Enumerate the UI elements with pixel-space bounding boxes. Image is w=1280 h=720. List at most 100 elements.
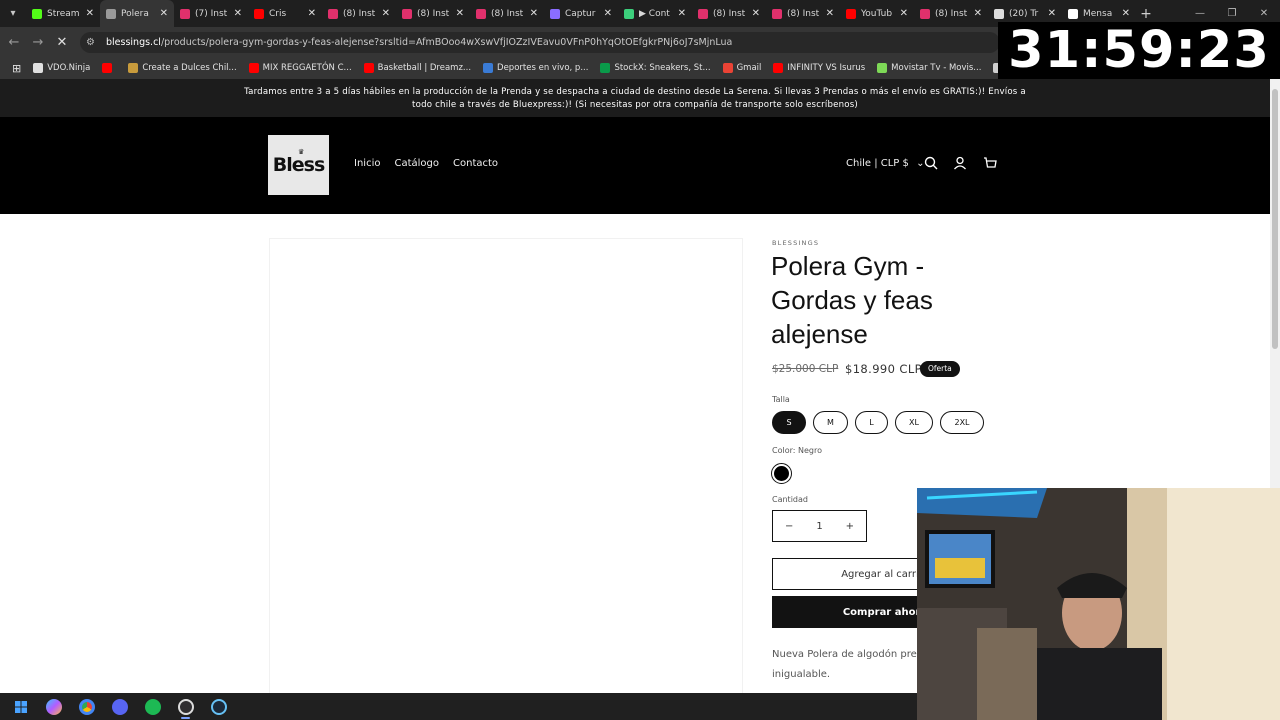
screen: ▾ Stream ✕ Polera ✕ (7) Inst ✕ Cris ✕ (8) Inst ✕(… [0,0,1280,720]
windows-start-icon[interactable] [4,693,37,720]
url-domain: blessings.cl [106,37,161,48]
bookmark-label: MIX REGGAETÓN C... [262,63,352,73]
bookmark-label: Basketball | Dreamz... [377,63,472,73]
close-tab-icon[interactable]: ✕ [456,8,464,19]
product-vendor: BLESSINGS [772,239,820,247]
browser-tab[interactable]: YouTub ✕ [840,0,914,27]
site-info-icon[interactable]: ⚙ [86,37,100,48]
quantity-label: Cantidad [772,495,808,504]
back-icon[interactable]: ← [2,27,26,57]
tab-list: Stream ✕ Polera ✕ (7) Inst ✕ Cris ✕ (8) Inst ✕ (8)… [26,0,1136,27]
sale-badge: Oferta [920,361,960,377]
tab-title: (7) Inst [195,8,228,19]
close-tab-icon[interactable]: ✕ [86,8,94,19]
store-logo[interactable]: ♛ Bless [268,135,329,195]
color-swatch-negro[interactable] [771,463,792,484]
discord-icon[interactable] [103,693,136,720]
minus-icon[interactable]: − [785,521,793,532]
bookmark-favicon-icon [483,63,494,73]
browser-tab[interactable]: ▶ Cont ✕ [618,0,692,27]
address-bar[interactable]: ⚙ blessings.cl/products/polera-gym-gorda… [80,32,1000,53]
bookmark-item[interactable]: VDO.Ninja [27,63,96,73]
browser-tab[interactable]: (8) Inst ✕ [766,0,840,27]
instagram-icon [698,8,708,19]
bookmark-item[interactable]: Deportes en vivo, p... [477,63,594,73]
bookmark-favicon-icon [877,63,888,73]
nav-contacto[interactable]: Contacto [453,158,498,169]
close-tab-icon[interactable]: ✕ [752,8,760,19]
forward-icon[interactable]: → [26,27,50,57]
nav-catalogo[interactable]: Catálogo [394,158,439,169]
browser-tab[interactable]: (8) Inst ✕ [322,0,396,27]
close-tab-icon[interactable]: ✕ [160,8,168,19]
chrome-icon[interactable] [70,693,103,720]
close-tab-icon[interactable]: ✕ [234,8,242,19]
tab-title: Mensa [1083,8,1113,19]
currency-selector[interactable]: Chile | CLP $ ⌄ [846,158,924,169]
browser-tab[interactable]: (8) Inst ✕ [692,0,766,27]
close-tab-icon[interactable]: ✕ [604,8,612,19]
size-option-xl[interactable]: XL [895,411,933,434]
tab-title: (20) Tr [1009,8,1039,19]
account-icon[interactable] [950,153,970,173]
browser-tab[interactable]: Polera ✕ [100,0,174,27]
instagram-icon [328,8,338,19]
quantity-value[interactable]: 1 [816,521,822,532]
bookmark-favicon-icon [722,63,733,73]
size-option-s[interactable]: S [772,411,806,434]
countdown-timer: 31:59:23 [998,22,1280,79]
logo-text: Bless [272,154,325,176]
browser-tab[interactable]: (8) Inst ✕ [396,0,470,27]
browser-tab[interactable]: Captur ✕ [544,0,618,27]
new-tab-button[interactable]: + [1136,6,1156,22]
search-icon[interactable] [921,153,941,173]
store-header: ♛ Bless Inicio Catálogo Contacto Chile |… [0,117,1270,214]
size-option-2xl[interactable]: 2XL [940,411,984,434]
bookmark-item[interactable]: MIX REGGAETÓN C... [243,63,358,73]
browser-tab[interactable]: (7) Inst ✕ [174,0,248,27]
plus-icon[interactable]: + [846,521,854,532]
copilot-icon[interactable] [37,693,70,720]
browser-tab[interactable]: (8) Inst ✕ [470,0,544,27]
bookmark-item[interactable]: INFINITY VS Isurus [767,63,871,73]
webcam-overlay [917,488,1280,720]
bookmark-favicon-icon [128,63,139,73]
browser-tab[interactable]: Cris ✕ [248,0,322,27]
close-tab-icon[interactable]: ✕ [308,8,316,19]
tab-search-button[interactable]: ▾ [0,0,26,27]
bookmark-item[interactable]: Gmail [717,63,768,73]
stop-loading-icon[interactable]: ✕ [50,27,74,57]
browser-tab[interactable]: (8) Inst ✕ [914,0,988,27]
bookmark-item[interactable]: StockX: Sneakers, St... [594,63,716,73]
steam-icon[interactable] [202,693,235,720]
close-tab-icon[interactable]: ✕ [1048,8,1056,19]
close-tab-icon[interactable]: ✕ [974,8,982,19]
bookmark-item[interactable] [96,63,122,73]
bookmark-item[interactable]: Create a Dulces Chil... [122,63,242,73]
close-tab-icon[interactable]: ✕ [900,8,908,19]
close-tab-icon[interactable]: ✕ [678,8,686,19]
close-tab-icon[interactable]: ✕ [530,8,538,19]
size-option-l[interactable]: L [855,411,888,434]
bookmark-item[interactable]: Basketball | Dreamz... [358,63,477,73]
bookmark-label: Movistar Tv - Movis... [891,63,982,73]
nav-inicio[interactable]: Inicio [354,158,380,169]
cart-icon[interactable] [980,153,1000,173]
close-tab-icon[interactable]: ✕ [382,8,390,19]
loading-icon [106,8,116,19]
webcam-feed [917,488,1280,720]
size-option-m[interactable]: M [813,411,848,434]
product-image[interactable] [269,238,743,693]
scrollbar-thumb[interactable] [1272,89,1278,349]
bookmark-item[interactable]: Movistar Tv - Movis... [871,63,987,73]
close-tab-icon[interactable]: ✕ [1122,8,1130,19]
bookmark-list: VDO.Ninja Create a Dulces Chil... MIX REGG… [27,63,1096,73]
spotify-icon[interactable] [136,693,169,720]
announcement-line-2: todo chile a través de Bluexpress:)! (Si… [412,99,858,110]
announcement-bar: Tardamos entre 3 a 5 días hábiles en la … [0,79,1270,117]
obs-icon[interactable] [169,693,202,720]
browser-tab[interactable]: Stream ✕ [26,0,100,27]
url-text: blessings.cl/products/polera-gym-gordas-… [106,37,732,48]
apps-icon[interactable]: ⊞ [6,62,27,75]
close-tab-icon[interactable]: ✕ [826,8,834,19]
